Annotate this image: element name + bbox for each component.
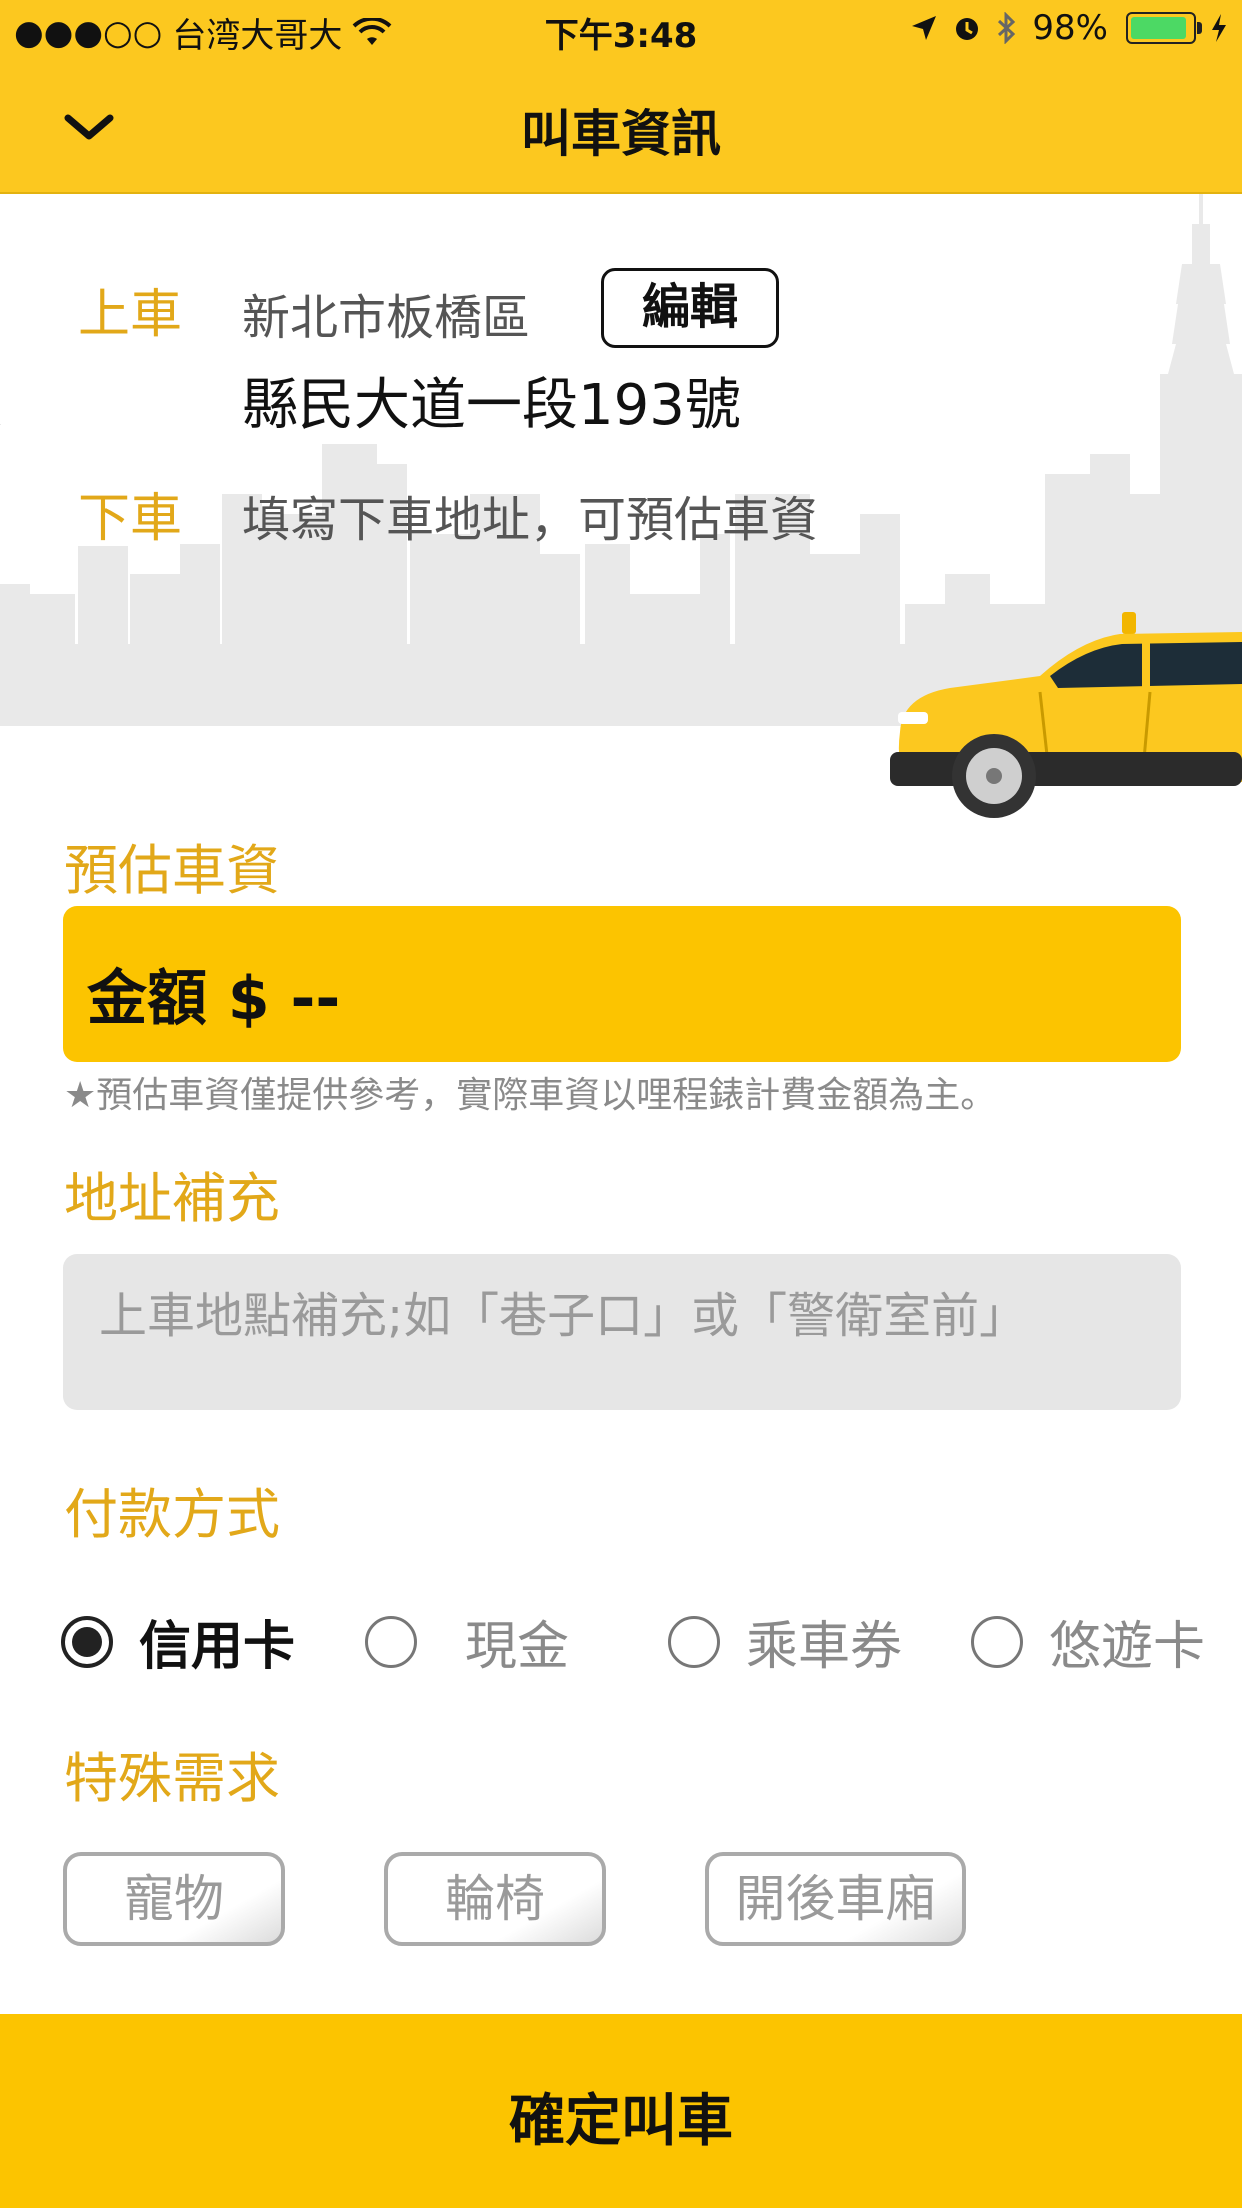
battery-icon (1126, 12, 1202, 44)
payment-option-label: 悠遊卡 (1049, 1617, 1206, 1677)
edit-pickup-button[interactable]: 編輯 (601, 268, 779, 348)
payment-option-credit-card[interactable]: 信用卡 (61, 1604, 295, 1679)
payment-option-label: 信用卡 (139, 1617, 296, 1677)
special-requests-title: 特殊需求 (64, 1747, 280, 1810)
payment-section-title: 付款方式 (64, 1483, 280, 1546)
fare-disclaimer: ★預估車資僅提供參考，實際車資以哩程錶計費金額為主。 (64, 1075, 997, 1116)
payment-option-ticket[interactable]: 乘車券 (668, 1604, 902, 1679)
special-option-trunk[interactable]: 開後車廂 (705, 1852, 966, 1946)
status-bar: ●●●○○ 台湾大哥大 下午3:48 98% (0, 0, 1242, 64)
confirm-booking-button[interactable]: 確定叫車 (0, 2014, 1242, 2208)
fare-amount: 金額 $ -- (87, 964, 341, 1034)
radio-selected-icon (61, 1615, 113, 1668)
charging-bolt-icon (1212, 14, 1226, 42)
status-right: 98% (910, 8, 1228, 48)
pickup-address-district: 新北市板橋區 (242, 290, 531, 346)
radio-unselected-icon (668, 1615, 720, 1668)
dropoff-label: 下車 (78, 489, 183, 549)
battery-cap (1197, 22, 1202, 34)
payment-option-label: 乘車券 (746, 1617, 903, 1677)
location-arrow-icon (912, 16, 937, 40)
fare-section-title: 預估車資 (64, 839, 280, 902)
special-option-wheelchair[interactable]: 輪椅 (384, 1852, 606, 1946)
radio-unselected-icon (365, 1615, 417, 1668)
nav-bar: 叫車資訊 (0, 64, 1242, 194)
alarm-clock-icon (956, 18, 979, 40)
bluetooth-icon (998, 12, 1016, 44)
payment-option-easycard[interactable]: 悠遊卡 (971, 1604, 1205, 1679)
address-supplement-placeholder: 上車地點補充;如「巷子口」或「警衛室前」 (99, 1288, 1028, 1344)
radio-unselected-icon (971, 1615, 1023, 1668)
page-title: 叫車資訊 (521, 105, 721, 163)
confirm-booking-label: 確定叫車 (509, 2089, 733, 2154)
payment-option-cash[interactable]: 現金 (365, 1604, 569, 1679)
fare-box: 金額 $ -- (63, 906, 1181, 1062)
address-supplement-input[interactable]: 上車地點補充;如「巷子口」或「警衛室前」 (63, 1254, 1181, 1410)
dropoff-address-input[interactable]: 填寫下車地址，可預估車資 (242, 480, 818, 550)
pickup-address-street: 縣民大道一段193號 (242, 373, 741, 438)
address-supplement-title: 地址補充 (64, 1167, 280, 1230)
payment-option-label: 現金 (465, 1617, 570, 1677)
special-option-pet[interactable]: 寵物 (63, 1852, 285, 1946)
taxi-illustration (890, 612, 1242, 818)
battery-level (1131, 17, 1186, 39)
pickup-label: 上車 (78, 285, 183, 345)
battery-percent: 98% (1032, 8, 1108, 48)
